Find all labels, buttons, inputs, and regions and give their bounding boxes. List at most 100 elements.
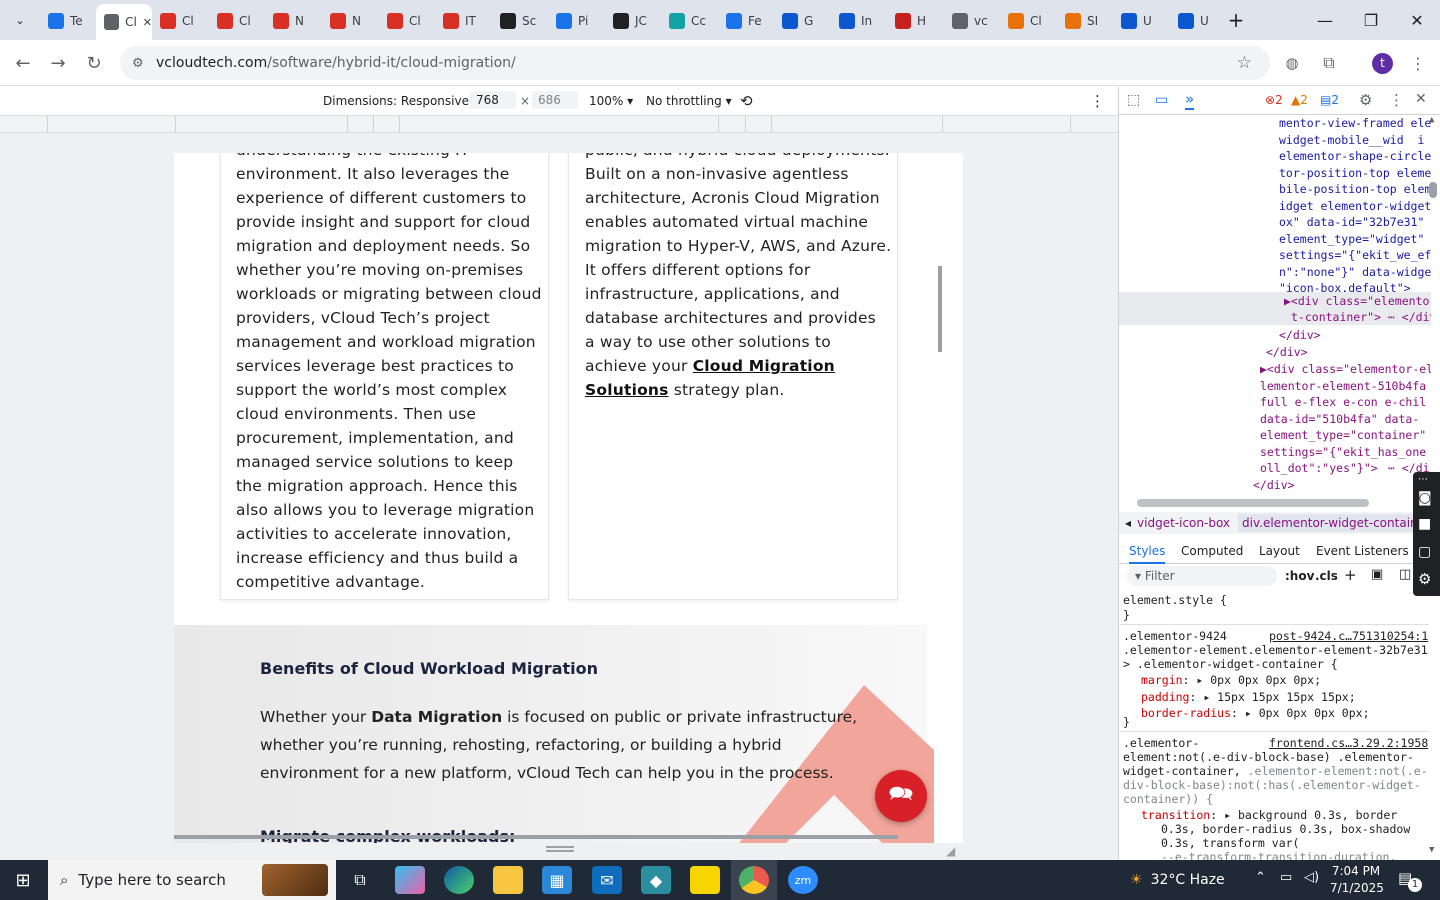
settings-icon[interactable]: ⚙	[1359, 91, 1372, 109]
css-property[interactable]: border-radius: ▸ 0px 0px 0px 0px;	[1141, 705, 1370, 722]
breadcrumb-scroll-left-icon[interactable]: ◂	[1119, 516, 1137, 530]
tab-2[interactable]: Cl	[152, 6, 206, 36]
capture-settings-icon[interactable]: ⚙	[1418, 570, 1431, 588]
data-migration-link[interactable]: Data Migration	[371, 708, 502, 726]
dom-vertical-scrollbar[interactable]	[1429, 182, 1437, 198]
tab-18[interactable]: SI	[1057, 6, 1111, 36]
resize-handle-bottom[interactable]	[546, 846, 574, 852]
new-rule-icon[interactable]: +	[1344, 566, 1357, 584]
window-icon[interactable]: ▢	[1418, 544, 1431, 560]
cls-toggle[interactable]: .cls	[1315, 569, 1338, 583]
sidebar-toggle-icon[interactable]: ◫	[1399, 567, 1411, 582]
rotate-icon[interactable]: ⟲	[740, 92, 753, 110]
styles-scroll-up-icon[interactable]: ▲	[1429, 115, 1434, 125]
tab-20[interactable]: U	[1170, 6, 1224, 36]
tray-chevron-icon[interactable]: ⌃	[1255, 870, 1266, 885]
translate-icon[interactable]: ◍	[1277, 48, 1307, 78]
video-icon[interactable]: ■	[1418, 516, 1431, 532]
device-mode-icon[interactable]: ▭	[1155, 92, 1168, 108]
app-diamond-icon[interactable]: ◆	[641, 866, 671, 894]
sticky-notes-icon[interactable]	[690, 866, 720, 894]
clock[interactable]: 7:04 PM 7/1/2025	[1330, 863, 1384, 897]
tab-17[interactable]: Cl	[1000, 6, 1054, 36]
width-input[interactable]: 768	[470, 91, 516, 109]
volume-icon[interactable]: ◁)	[1304, 870, 1319, 885]
breadcrumb-item-2[interactable]: div.elementor-widget-container	[1238, 514, 1434, 532]
tab-4[interactable]: N	[265, 6, 319, 36]
cloud-migration-link[interactable]: Cloud Migration	[693, 357, 835, 375]
css-property[interactable]: padding: ▸ 15px 15px 15px 15px;	[1141, 689, 1370, 706]
address-bar[interactable]: ⚙ vcloudtech.com/software/hybrid-it/clou…	[120, 46, 1270, 80]
tab-12[interactable]: Fe	[718, 6, 772, 36]
tab-15[interactable]: H	[887, 6, 941, 36]
tab-13[interactable]: G	[774, 6, 828, 36]
tab-styles[interactable]: Styles	[1129, 544, 1166, 564]
extensions-icon[interactable]: ⧉	[1314, 48, 1344, 78]
tab-14[interactable]: In	[831, 6, 885, 36]
bookmark-star-icon[interactable]: ☆	[1237, 53, 1252, 73]
tab-10[interactable]: JC	[605, 6, 659, 36]
error-count[interactable]: ⊗2	[1265, 93, 1283, 107]
issue-count[interactable]: ▤2	[1320, 93, 1339, 107]
tab-computed[interactable]: Computed	[1181, 544, 1243, 558]
store-icon[interactable]: ▦	[542, 866, 572, 894]
close-window-button[interactable]: ✕	[1394, 0, 1440, 40]
tab-event-listeners[interactable]: Event Listeners	[1316, 544, 1409, 558]
tab-0[interactable]: Te	[40, 6, 94, 36]
more-panels-icon[interactable]: »	[1185, 90, 1195, 110]
forward-icon[interactable]: →	[43, 48, 73, 78]
tab-1[interactable]: Cl ✕	[96, 4, 152, 40]
camera-icon[interactable]: ◙	[1418, 490, 1432, 506]
edge-icon[interactable]	[444, 866, 474, 894]
tab-layout[interactable]: Layout	[1259, 544, 1300, 558]
reload-icon[interactable]: ↻	[79, 48, 109, 78]
taskbar-search-box[interactable]: ⌕ Type here to search	[48, 860, 336, 900]
dimensions-dropdown[interactable]: Dimensions: Responsive ▾	[323, 94, 479, 108]
browser-menu-icon[interactable]: ⋮	[1403, 48, 1433, 78]
styles-filter-input[interactable]: ▾ Filter	[1127, 566, 1277, 586]
start-button[interactable]: ⊞	[8, 866, 38, 894]
tab-3[interactable]: Cl	[209, 6, 263, 36]
toolbar-grip-icon[interactable]: ⋯	[1418, 474, 1428, 485]
site-info-icon[interactable]: ⚙	[132, 56, 152, 71]
tab-16[interactable]: vc	[944, 6, 998, 36]
tab-search-button[interactable]: ⌄	[8, 8, 32, 32]
mail-icon[interactable]: ✉	[592, 866, 622, 894]
back-icon[interactable]: ←	[8, 48, 38, 78]
maximize-button[interactable]: ❐	[1348, 0, 1394, 40]
device-toolbar-menu-icon[interactable]: ⋮	[1090, 92, 1105, 110]
zoom-icon[interactable]: zm	[788, 866, 818, 894]
css-property[interactable]: margin: ▸ 0px 0px 0px 0px;	[1141, 672, 1370, 689]
network-icon[interactable]: ▭	[1280, 870, 1292, 885]
devtools-menu-icon[interactable]: ⋮	[1389, 91, 1404, 109]
tab-11[interactable]: Cc	[661, 6, 715, 36]
file-explorer-icon[interactable]	[493, 866, 523, 894]
profile-avatar[interactable]: t	[1372, 53, 1393, 74]
dom-horizontal-scrollbar[interactable]	[1137, 499, 1369, 507]
resize-handle-corner[interactable]: ◢	[946, 844, 955, 858]
new-tab-icon[interactable]: +	[1224, 8, 1248, 32]
tab-7[interactable]: IT	[435, 6, 489, 36]
breadcrumb-item-1[interactable]: vidget-icon-box	[1137, 516, 1230, 530]
chat-button[interactable]: 🗪	[875, 770, 927, 822]
tab-6[interactable]: Cl	[379, 6, 433, 36]
page-horizontal-scrollbar[interactable]	[174, 835, 898, 839]
throttling-dropdown[interactable]: No throttling ▾	[646, 94, 732, 108]
weather-widget[interactable]: ☀ 32°C Haze	[1130, 860, 1225, 900]
solutions-link[interactable]: Solutions	[585, 381, 669, 399]
minimize-button[interactable]: —	[1302, 0, 1348, 40]
hov-toggle[interactable]: :hov	[1285, 569, 1314, 583]
close-tab-icon[interactable]: ✕	[143, 16, 152, 29]
copilot-icon[interactable]	[395, 866, 425, 894]
task-view-icon[interactable]: ⧉	[345, 866, 375, 894]
zoom-dropdown[interactable]: 100% ▾	[589, 94, 633, 108]
tab-5[interactable]: N	[322, 6, 376, 36]
tab-8[interactable]: Sc	[492, 6, 546, 36]
close-devtools-icon[interactable]: ✕	[1415, 91, 1427, 107]
warning-count[interactable]: ▲2	[1291, 93, 1308, 107]
tab-19[interactable]: U	[1113, 6, 1167, 36]
page-vertical-scrollbar[interactable]	[938, 266, 942, 352]
tab-9[interactable]: Pi	[548, 6, 602, 36]
styles-scroll-down-icon[interactable]: ▼	[1429, 845, 1434, 855]
paint-icon[interactable]: ▣	[1371, 567, 1383, 582]
